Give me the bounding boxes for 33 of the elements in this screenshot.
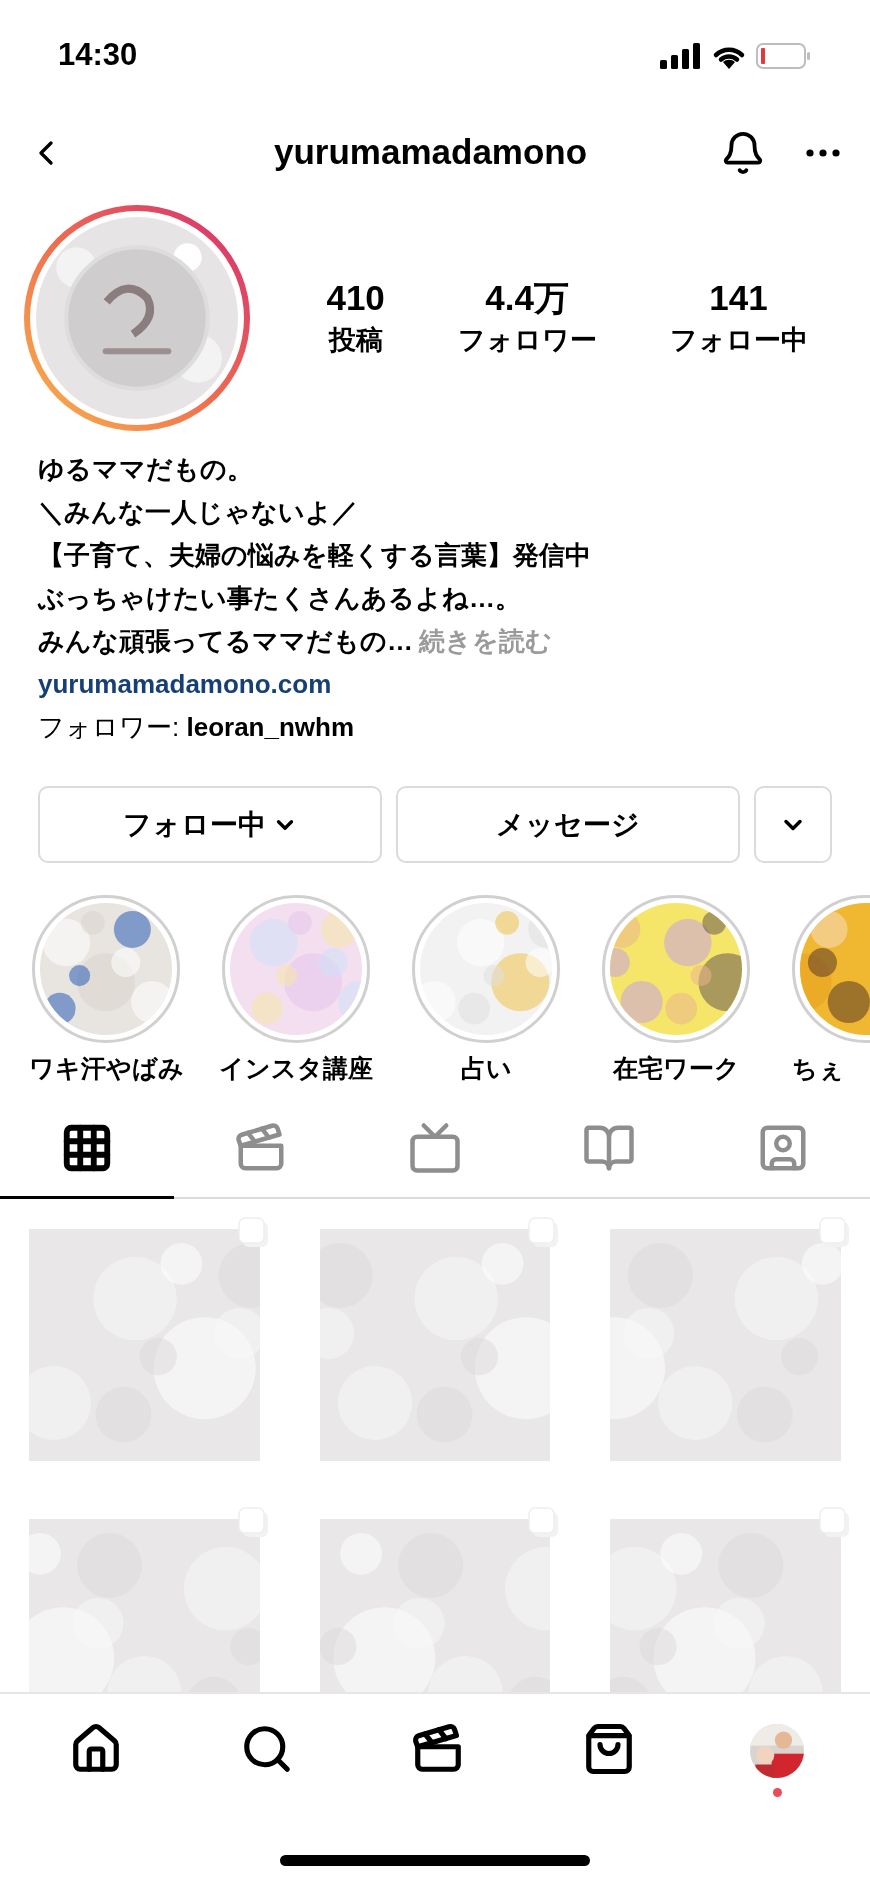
website-link[interactable]: yurumamadamono.com: [38, 663, 832, 706]
carousel-icon: [237, 1507, 270, 1539]
profile-username: yurumamadamono: [274, 131, 588, 174]
carousel-icon: [528, 1507, 561, 1539]
highlight-label: 占い: [460, 1053, 512, 1084]
bio-line: 【子育て、夫婦の悩みを軽くする言葉】発信中: [38, 539, 592, 572]
highlight-label: ワキ汗やばみ: [28, 1053, 184, 1084]
more-icon: [806, 148, 840, 157]
highlight-label: インスタ講座: [219, 1053, 373, 1084]
carousel-icon: [819, 1507, 851, 1539]
battery-icon: [756, 42, 812, 69]
stat-count: 410: [326, 277, 385, 319]
carousel-icon: [819, 1217, 851, 1249]
highlight-label: ちぇ: [792, 1053, 844, 1084]
carousel-icon: [237, 1217, 270, 1249]
bio-line: みんな頑張ってるママだもの…: [38, 625, 413, 658]
carousel-icon: [528, 1217, 561, 1249]
followed-by-text: フォロワー: leoran_nwhm: [38, 711, 356, 744]
following-button[interactable]: フォロー中: [38, 786, 382, 863]
signal-icon: [660, 42, 702, 69]
message-button[interactable]: メッセージ: [396, 786, 740, 863]
bio-line: ＼みんな一人じゃないよ／: [38, 496, 359, 529]
stat-label[interactable]: 投稿: [328, 320, 383, 360]
status-time: 14:30: [58, 36, 138, 75]
bio-line: ぶっちゃけたい事たくさんあるよね…。: [38, 582, 522, 615]
highlight-label: 在宅ワーク: [612, 1053, 740, 1084]
more-options-button[interactable]: [806, 148, 840, 157]
bio-name: ゆるママだもの。: [38, 453, 254, 486]
stat-label[interactable]: フォロー中: [669, 320, 808, 360]
tv-tab-icon: [408, 1120, 462, 1175]
stat-count: 141: [709, 277, 768, 319]
stat-count: 4.4万: [485, 277, 569, 319]
stat-label[interactable]: フォロワー: [457, 320, 597, 360]
